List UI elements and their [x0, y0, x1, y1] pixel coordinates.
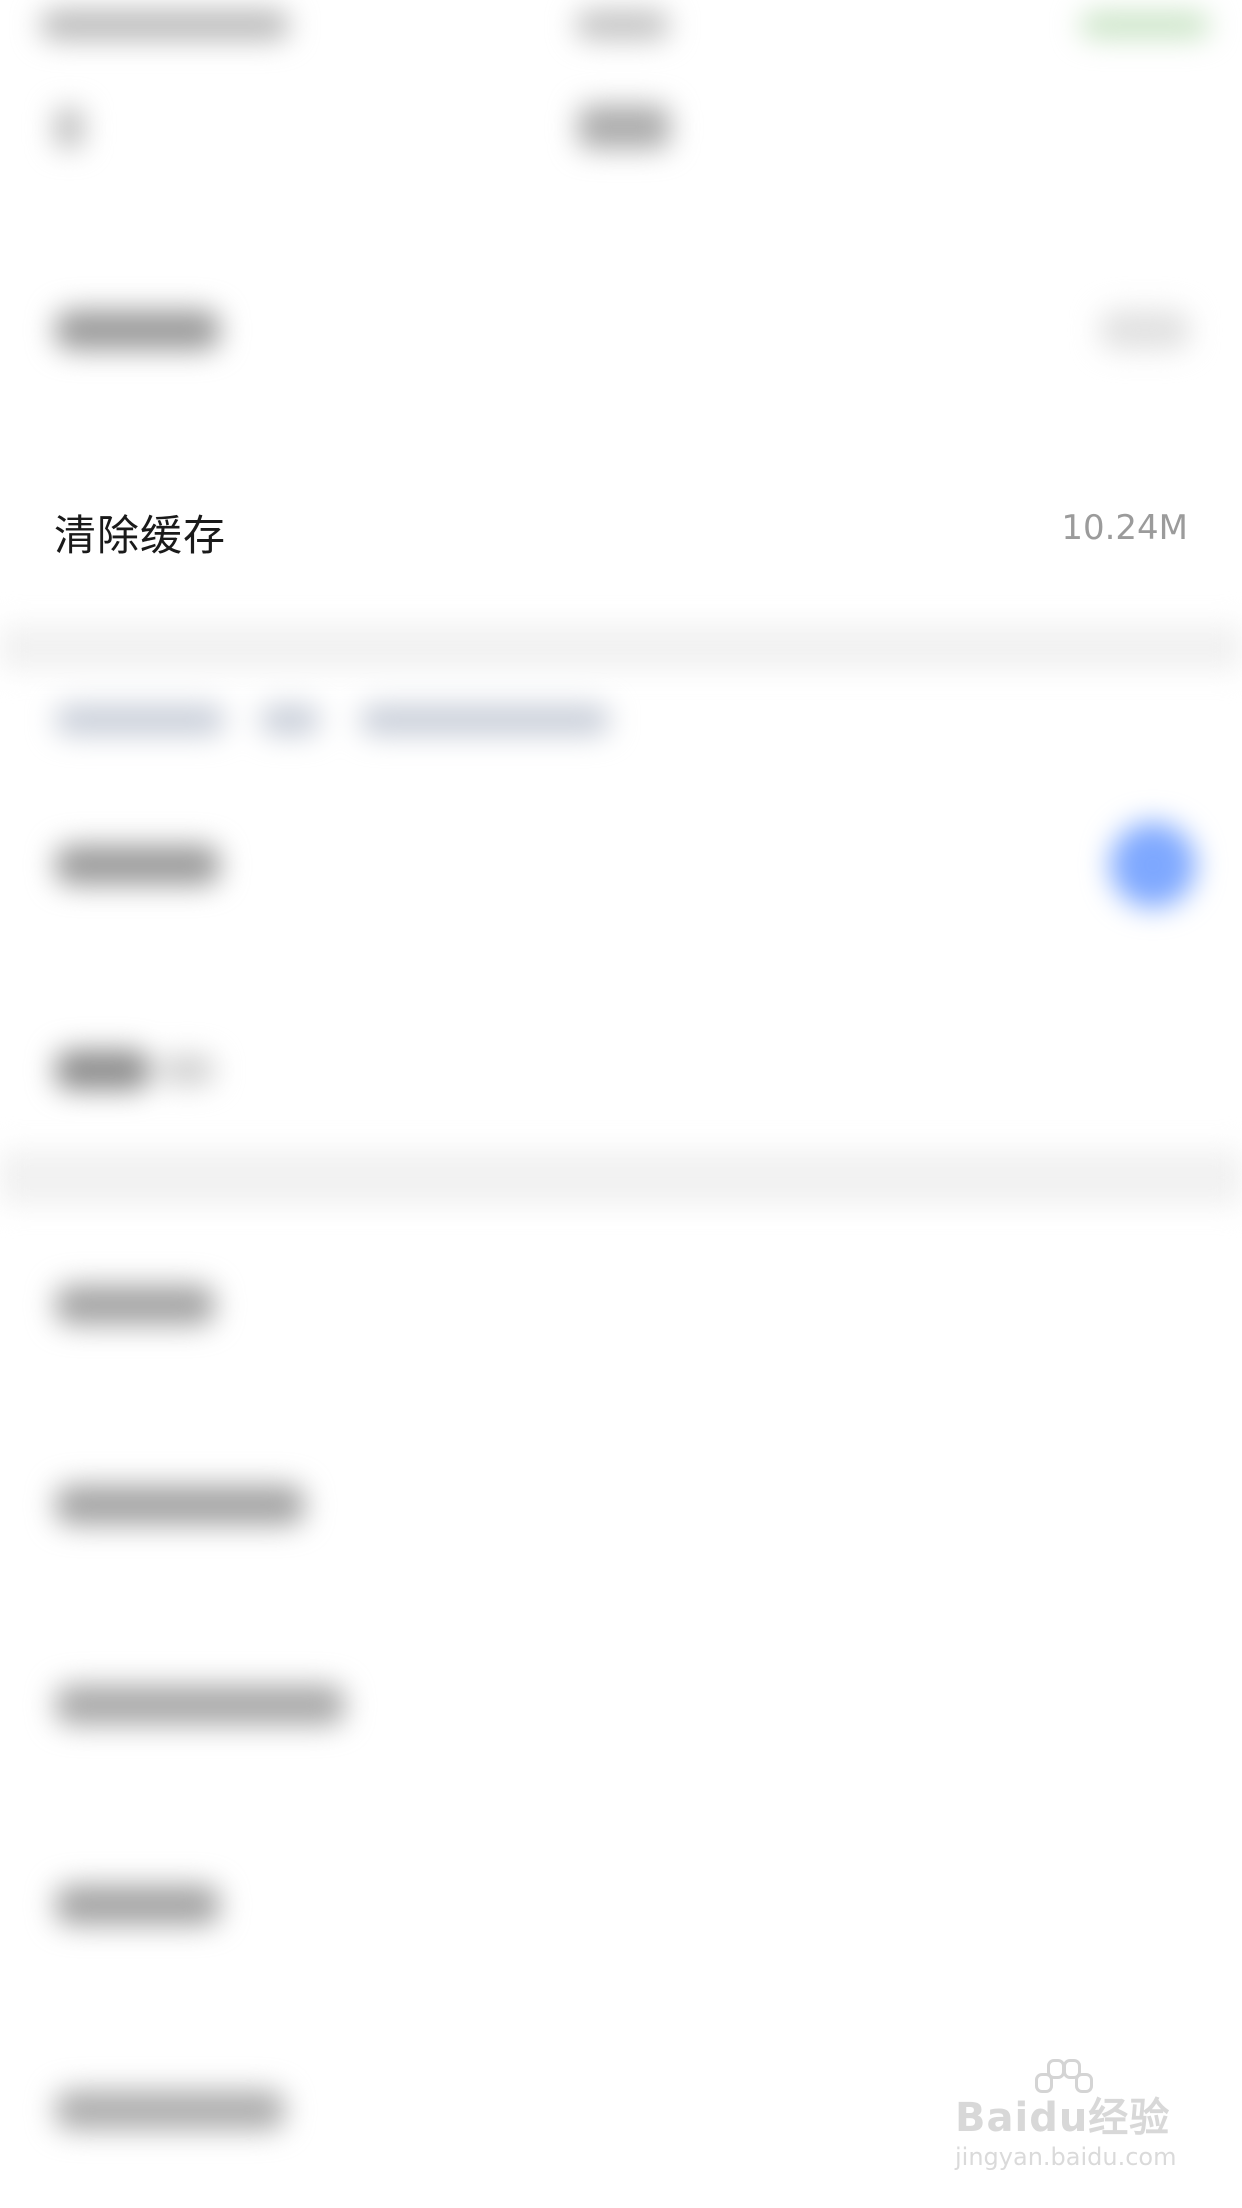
row-label: [55, 845, 220, 885]
row-label: [55, 310, 220, 350]
row-label-secondary: [160, 1055, 215, 1085]
row-label: [55, 2090, 285, 2130]
page-title: [578, 105, 670, 149]
row-label: [55, 1685, 345, 1725]
row-label: [55, 1285, 215, 1325]
chevron-left-icon[interactable]: [55, 108, 83, 148]
row-value: [1100, 310, 1190, 350]
carrier-signal: [40, 10, 290, 40]
section-separator: [0, 625, 1242, 670]
clear-cache-row[interactable]: 清除缓存 10.24M: [0, 480, 1242, 580]
watermark-logo: Baidu经验: [955, 2095, 1171, 2141]
row-label: [55, 1050, 150, 1090]
battery-icon: [1080, 12, 1210, 38]
section-separator: [0, 1150, 1242, 1205]
section-hint-part-1: [55, 705, 225, 735]
settings-row-3[interactable]: [0, 1250, 1242, 1360]
toggle-switch-icon[interactable]: [1110, 822, 1196, 908]
baidu-jingyan-watermark: Baidu经验 jingyan.baidu.com: [955, 2059, 1195, 2185]
settings-row-toggle[interactable]: [0, 810, 1242, 920]
settings-row-1[interactable]: [0, 270, 1242, 390]
row-label: [55, 1485, 305, 1525]
row-label: [55, 1885, 220, 1925]
status-bar: [0, 0, 1242, 60]
cache-size-value: 10.24M: [1061, 508, 1188, 548]
section-hint: [0, 690, 1242, 750]
section-hint-part-2: [260, 705, 320, 735]
settings-row-6[interactable]: [0, 1850, 1242, 1960]
status-time: [575, 10, 670, 40]
settings-row-5[interactable]: [0, 1650, 1242, 1760]
section-hint-part-3: [360, 705, 610, 735]
clear-cache-label: 清除缓存: [54, 511, 227, 560]
settings-row-2[interactable]: [0, 1015, 1242, 1125]
watermark-url: jingyan.baidu.com: [955, 2143, 1177, 2171]
settings-screen: 清除缓存 10.24M Baidu经验 jingyan.baidu.com: [0, 0, 1242, 2208]
settings-row-4[interactable]: [0, 1450, 1242, 1560]
